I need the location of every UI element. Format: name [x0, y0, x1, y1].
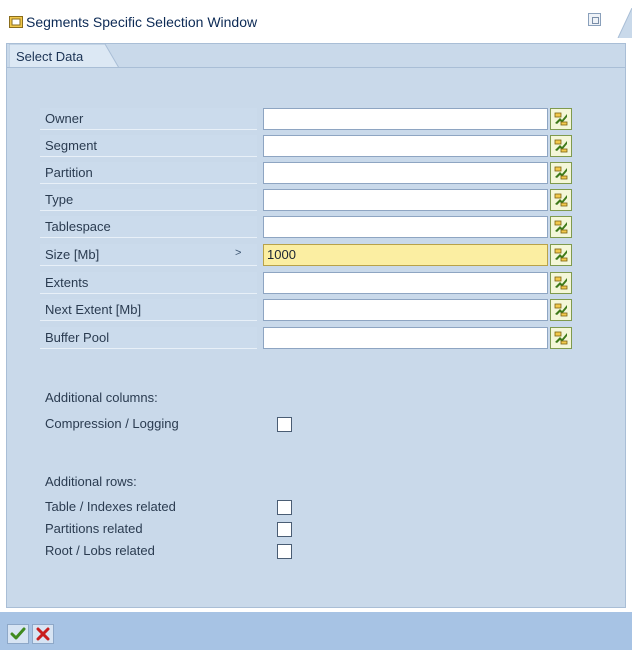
root-lobs-checkbox[interactable]: [277, 544, 292, 559]
field-row-next-extent: Next Extent [Mb]: [40, 299, 580, 323]
size-multiple-selection-button[interactable]: [550, 244, 572, 266]
buffer-pool-multiple-selection-button[interactable]: [550, 327, 572, 349]
next-extent-label: Next Extent [Mb]: [40, 299, 257, 321]
confirm-button[interactable]: [7, 624, 29, 644]
owner-multiple-selection-button[interactable]: [550, 108, 572, 130]
multiple-selection-icon: [554, 331, 568, 345]
checkmark-icon: [10, 627, 26, 640]
size-input[interactable]: 1000: [263, 244, 548, 266]
selection-dialog: Segments Specific Selection Window Selec…: [0, 0, 632, 650]
window-title: Segments Specific Selection Window: [26, 14, 258, 30]
field-row-type: Type: [40, 189, 580, 213]
tab-select-data-label: Select Data: [16, 49, 84, 64]
table-indexes-checkbox[interactable]: [277, 500, 292, 515]
partition-label: Partition: [40, 162, 257, 184]
multiple-selection-icon: [554, 166, 568, 180]
field-row-extents: Extents: [40, 272, 580, 296]
multiple-selection-icon: [554, 303, 568, 317]
additional-rows-heading: Additional rows:: [45, 474, 137, 489]
multiple-selection-icon: [554, 139, 568, 153]
size-label: Size [Mb]: [40, 244, 257, 266]
corner-decoration: [617, 8, 632, 38]
type-label: Type: [40, 189, 257, 211]
multiple-selection-icon: [554, 220, 568, 234]
field-row-size: Size [Mb] > 1000: [40, 244, 580, 268]
segment-label: Segment: [40, 135, 257, 157]
window-icon: [9, 16, 23, 28]
size-operator: >: [235, 247, 242, 259]
partitions-related-label: Partitions related: [45, 521, 143, 536]
partition-multiple-selection-button[interactable]: [550, 162, 572, 184]
compression-logging-label: Compression / Logging: [45, 416, 179, 431]
segment-multiple-selection-button[interactable]: [550, 135, 572, 157]
extents-label: Extents: [40, 272, 257, 294]
title-bar: Segments Specific Selection Window: [0, 0, 632, 38]
partitions-related-checkbox[interactable]: [277, 522, 292, 537]
field-row-partition: Partition: [40, 162, 580, 186]
buffer-pool-input[interactable]: [263, 327, 548, 349]
next-extent-input[interactable]: [263, 299, 548, 321]
extents-input[interactable]: [263, 272, 548, 294]
type-multiple-selection-button[interactable]: [550, 189, 572, 211]
tablespace-input[interactable]: [263, 216, 548, 238]
type-input[interactable]: [263, 189, 548, 211]
compression-logging-checkbox[interactable]: [277, 417, 292, 432]
field-row-buffer-pool: Buffer Pool: [40, 327, 580, 351]
field-row-segment: Segment: [40, 135, 580, 159]
multiple-selection-icon: [554, 193, 568, 207]
multiple-selection-icon: [554, 112, 568, 126]
cross-icon: [36, 627, 50, 641]
owner-label: Owner: [40, 108, 257, 130]
multiple-selection-icon: [554, 248, 568, 262]
close-icon[interactable]: [588, 13, 601, 26]
next-extent-multiple-selection-button[interactable]: [550, 299, 572, 321]
root-lobs-label: Root / Lobs related: [45, 543, 155, 558]
extents-multiple-selection-button[interactable]: [550, 272, 572, 294]
cancel-button[interactable]: [32, 624, 54, 644]
tablespace-label: Tablespace: [40, 216, 257, 238]
footer-toolbar: [0, 612, 632, 650]
field-row-owner: Owner: [40, 108, 580, 132]
partition-input[interactable]: [263, 162, 548, 184]
owner-input[interactable]: [263, 108, 548, 130]
field-row-tablespace: Tablespace: [40, 216, 580, 240]
additional-columns-heading: Additional columns:: [45, 390, 158, 405]
tab-divider: [7, 67, 625, 68]
table-indexes-label: Table / Indexes related: [45, 499, 176, 514]
buffer-pool-label: Buffer Pool: [40, 327, 257, 349]
segment-input[interactable]: [263, 135, 548, 157]
tablespace-multiple-selection-button[interactable]: [550, 216, 572, 238]
multiple-selection-icon: [554, 276, 568, 290]
